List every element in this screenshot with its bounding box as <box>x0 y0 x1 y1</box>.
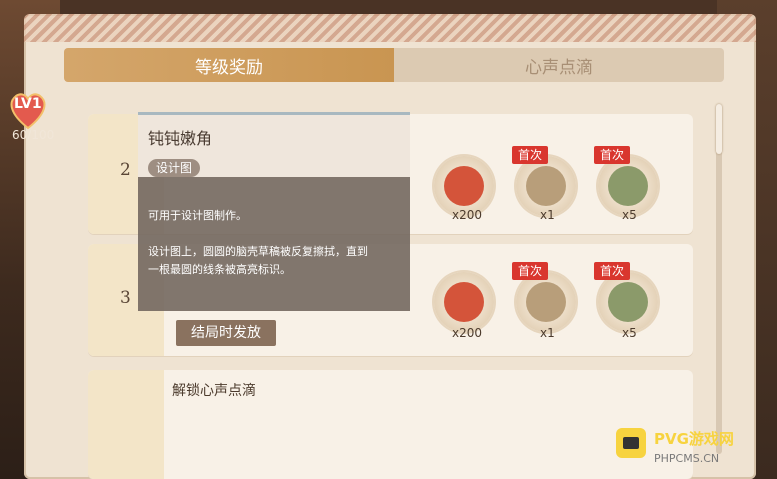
first-time-tag: 首次 <box>594 146 631 164</box>
row-number: 2 <box>120 160 131 180</box>
check-item-icon <box>526 282 566 322</box>
tab-bar: 等级奖励 心声点滴 <box>64 48 724 82</box>
reward-item[interactable] <box>598 272 658 332</box>
fox-coin-icon <box>444 166 484 206</box>
level-progress: 60/100 <box>12 128 55 142</box>
tooltip-category-chip: 设计图 <box>148 159 201 177</box>
reward-qty: x1 <box>540 326 555 340</box>
tooltip-header: 钝钝嫩角 设计图 <box>138 115 410 177</box>
reward-item[interactable] <box>434 272 494 332</box>
reward-qty: x1 <box>540 208 555 222</box>
reward-qty: x200 <box>452 208 483 222</box>
unlock-heart-voice-label: 解锁心声点滴 <box>172 383 256 399</box>
tab-level-rewards[interactable]: 等级奖励 <box>64 48 394 82</box>
row-number: 3 <box>120 288 131 308</box>
watermark-brand: PVG游戏网 <box>654 430 734 448</box>
scrollbar-track[interactable] <box>716 104 722 454</box>
tooltip-desc-3: 一根最圆的线条被高亮标识。 <box>148 263 291 276</box>
check-item-icon <box>526 166 566 206</box>
leaf-check-icon <box>608 166 648 206</box>
leaf-check-icon <box>608 282 648 322</box>
reward-item[interactable] <box>516 272 576 332</box>
fox-coin-icon <box>444 282 484 322</box>
tooltip-title: 钝钝嫩角 <box>148 129 213 148</box>
level-label: LV1 <box>14 96 42 112</box>
watermark-url: PHPCMS.CN <box>654 452 720 465</box>
first-time-tag: 首次 <box>512 262 549 280</box>
scrollbar-thumb[interactable] <box>716 104 722 154</box>
reward-item[interactable] <box>516 156 576 216</box>
first-time-tag: 首次 <box>512 146 549 164</box>
reward-qty: x5 <box>622 208 637 222</box>
reward-qty: x5 <box>622 326 637 340</box>
panel-decor-strip <box>24 14 756 42</box>
reward-item[interactable] <box>434 156 494 216</box>
tab-heart-voice[interactable]: 心声点滴 <box>394 48 724 82</box>
tooltip-desc-1: 可用于设计图制作。 <box>148 209 247 222</box>
item-tooltip: 钝钝嫩角 设计图 可用于设计图制作。 设计图上，圆圆的脑壳草稿被反复擦拭，直到 … <box>138 112 410 311</box>
tooltip-desc-2: 设计图上，圆圆的脑壳草稿被反复擦拭，直到 <box>148 245 368 258</box>
ending-reward-button[interactable]: 结局时发放 <box>176 320 276 346</box>
first-time-tag: 首次 <box>594 262 631 280</box>
reward-item[interactable] <box>598 156 658 216</box>
reward-qty: x200 <box>452 326 483 340</box>
row-number-column <box>88 370 164 479</box>
